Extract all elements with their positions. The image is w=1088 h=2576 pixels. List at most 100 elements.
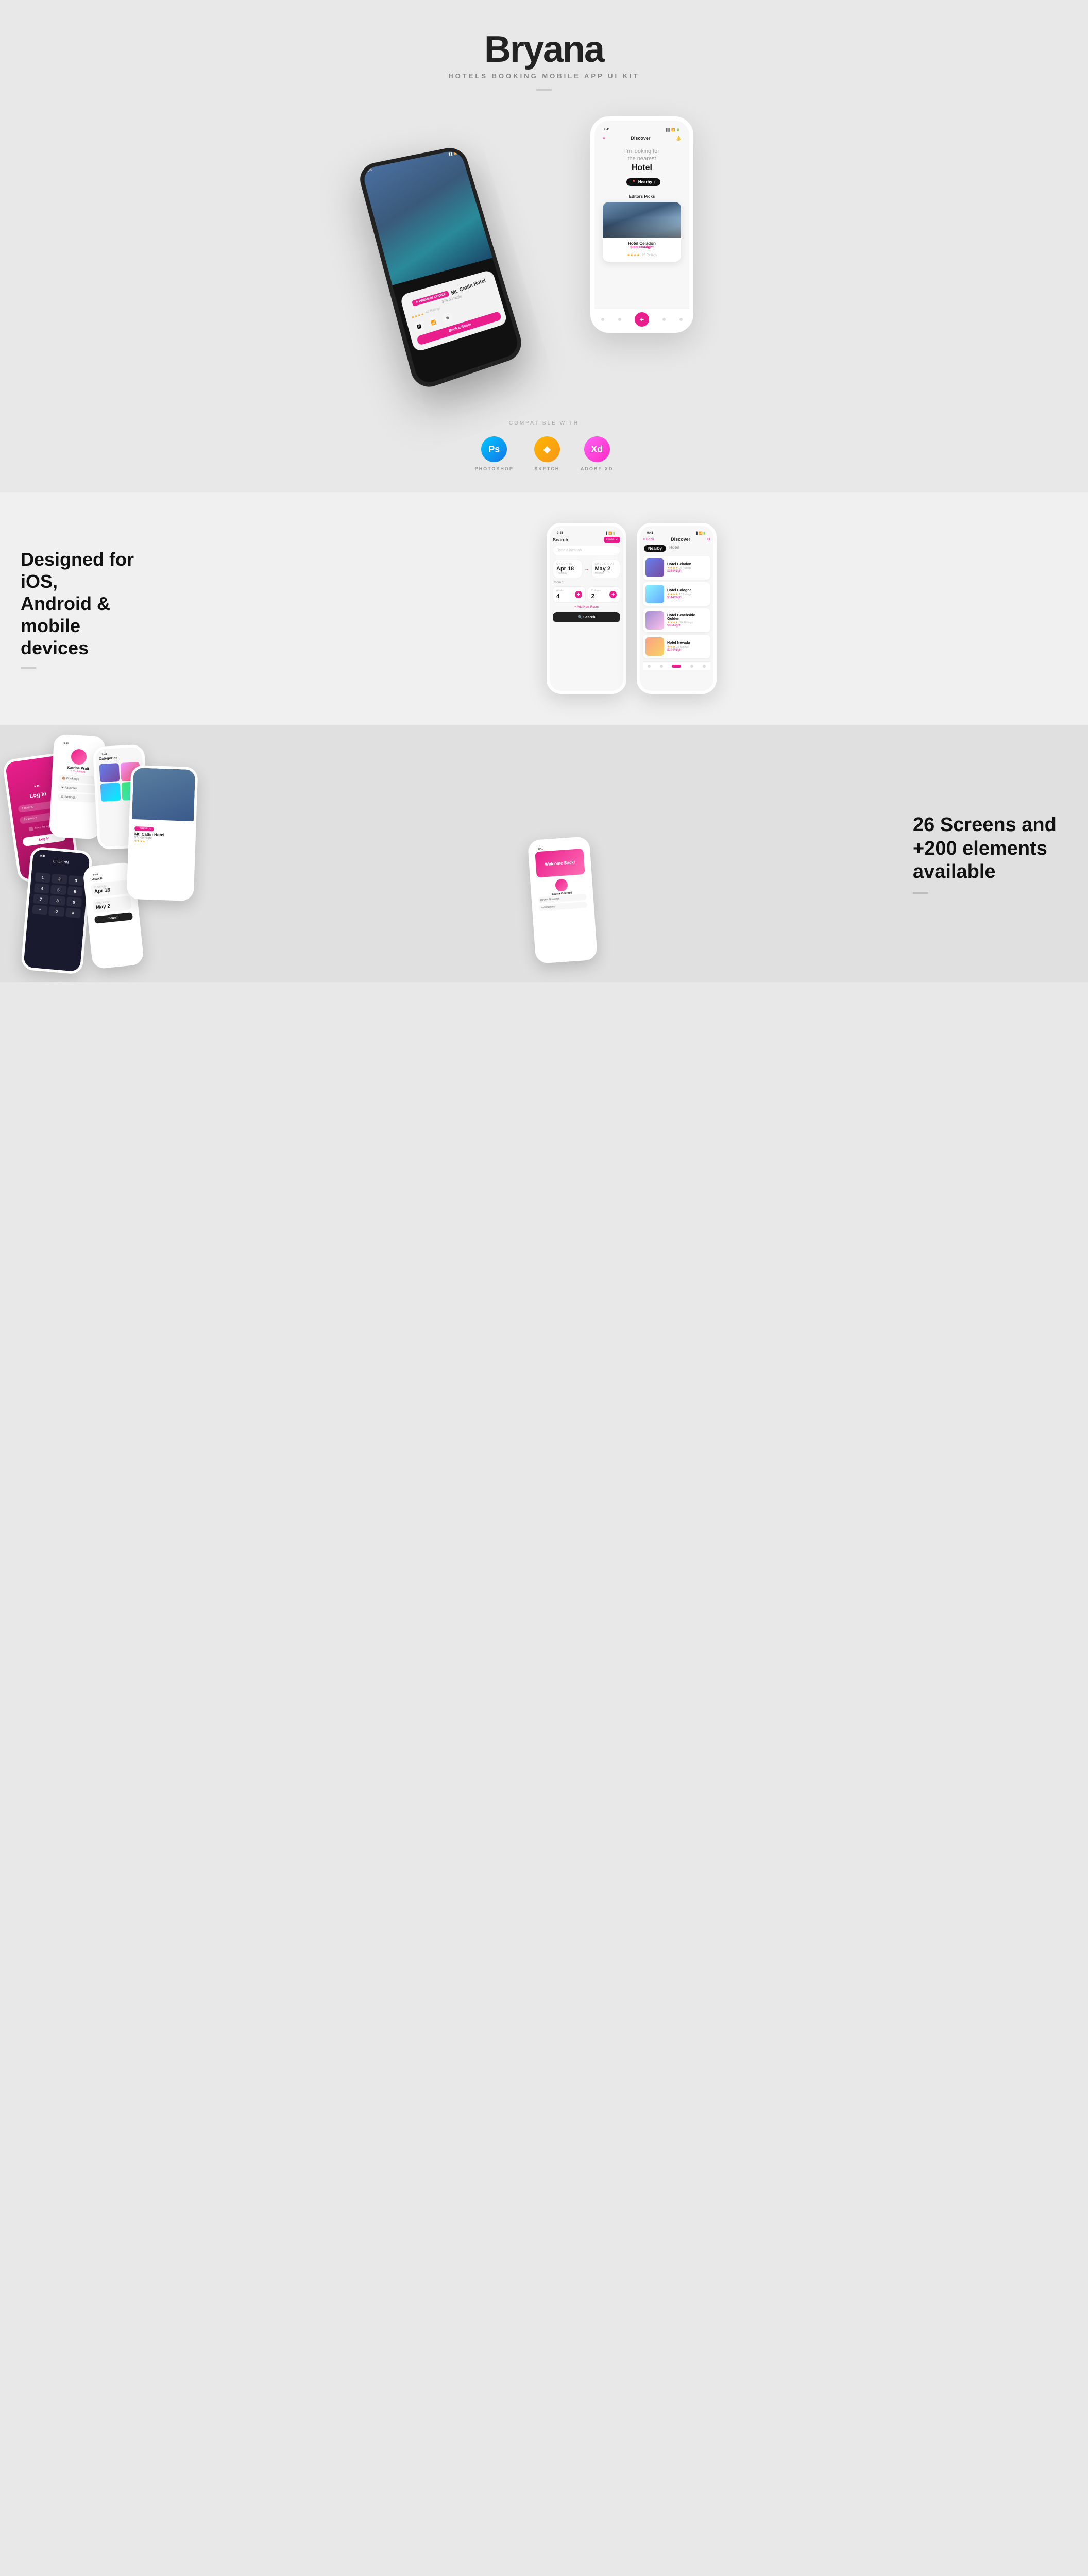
list-item[interactable]: Hotel Beachside Golden ★★★★ 324 Ratings … (643, 608, 710, 632)
hotel-detail-card: ✦ PREMIUM CHOICE Mt. Catlin Hotel $74.00… (400, 269, 508, 352)
hotel-price-3: $96/Night (667, 624, 708, 628)
checkout-box[interactable]: CHECK OUT May 2 Monday (591, 560, 621, 578)
filter-icon[interactable]: ⚙ (707, 537, 710, 541)
tab-hotel[interactable]: Hotel (669, 545, 679, 552)
hotel-thumb-4 (645, 637, 664, 656)
nav2-search[interactable] (660, 665, 663, 668)
ps-label: Ps (488, 444, 500, 455)
hotel-card-celadon[interactable]: Hotel Celadon $399.00/Night ★★★★ 26 Rati… (603, 202, 681, 262)
back-btn[interactable]: < Back (643, 538, 654, 541)
discover-screen: 9:41 ▌▌ 📶 🔋 ≡ Discover 🔔 I'm looking for… (594, 121, 689, 329)
hotel-name-4: Hotel Nevada (667, 641, 708, 645)
bottom-nav-discover (643, 661, 710, 670)
hotel-price-4: $144/Night (667, 649, 708, 652)
compat-section: COMPATIBLE WITH Ps PHOTOSHOP ◆ SKETCH Xd… (0, 410, 1088, 492)
hotel-stars-4: ★★★ 36 Ratings (667, 645, 708, 649)
key-3[interactable]: 3 (68, 875, 84, 886)
search-input[interactable]: Type a location... (553, 546, 620, 555)
checkin-box[interactable]: CHECK IN Apr 18 Thursday (553, 560, 582, 578)
children-add-btn[interactable]: + (609, 591, 617, 598)
sketch-label: SKETCH (534, 466, 559, 471)
hero-subtitle: HOTELS BOOKING MOBILE APP UI KIT (10, 72, 1078, 80)
discover2-title: Discover (671, 537, 690, 542)
scattered-numpad-phone: 9:41 Enter PIN 1 2 3 4 5 6 7 8 9 * 0 # (21, 846, 93, 975)
screens-divider (913, 892, 928, 894)
gallery-time: 9:41 (101, 753, 107, 756)
gallery-item-3[interactable] (100, 783, 121, 802)
menu-icon[interactable]: ≡ (603, 136, 605, 141)
card-avatar (555, 878, 568, 892)
key-0[interactable]: 0 (48, 906, 64, 917)
key-6[interactable]: 6 (67, 886, 83, 896)
search-action-btn[interactable]: 🔍 Search (553, 612, 620, 622)
tab-nearby[interactable]: Nearby (644, 545, 666, 552)
hero-phones: 9:41 ▌▌ 📶 🔋 ≡ Discover 🔔 I'm looking for… (364, 106, 724, 389)
feature-icon[interactable]: 🅿 (413, 320, 426, 333)
profile-row-3[interactable]: ⚙ Settings (58, 793, 96, 803)
key-4[interactable]: 4 (34, 883, 50, 893)
profile-row-2[interactable]: ❤ Favorites (58, 784, 96, 793)
photoshop-label: PHOTOSHOP (475, 466, 514, 471)
nav-home[interactable] (601, 318, 604, 321)
checkout-day: Monday (595, 572, 617, 575)
nearby-row: 📍 Nearby ↓ (600, 176, 684, 188)
wifi-icon[interactable]: 📶 (427, 316, 440, 329)
key-5[interactable]: 5 (50, 885, 66, 895)
bell-icon[interactable]: 🔔 (676, 136, 681, 141)
guests-row: Adults 4 + Children 2 + (553, 586, 620, 603)
card-row-2[interactable]: Notifications (538, 902, 587, 911)
discover-hero-text: I'm looking forthe nearest Hotel (600, 147, 684, 174)
hotel-info-content: ✦ PREMIUM Mt. Catlin Hotel $74.00/Night … (131, 819, 194, 848)
key-star[interactable]: * (32, 905, 48, 915)
discover2-screen: 9:41 ▌📶🔋 < Back Discover ⚙ Nearby Hotel (640, 526, 713, 691)
discover2-header: < Back Discover ⚙ (643, 537, 710, 542)
numpad-screen: 9:41 Enter PIN 1 2 3 4 5 6 7 8 9 * 0 # (23, 849, 90, 972)
search-close-btn[interactable]: Close ✕ (604, 537, 620, 543)
adults-add-btn[interactable]: + (575, 591, 582, 598)
checkbox[interactable] (28, 826, 33, 831)
search-phone: 9:41 ▌📶🔋 Search Close ✕ Type a location.… (547, 523, 626, 694)
hotel-list: Hotel Celadon ★★★★ 24 Ratings $164/Night… (643, 556, 710, 658)
nav2-profile[interactable] (703, 665, 706, 668)
adults-count: 4 (556, 592, 564, 600)
photoshop-icon: Ps (481, 436, 507, 462)
nav-profile[interactable] (679, 318, 683, 321)
status-time: 9:41 (604, 128, 610, 132)
search-signal: ▌📶🔋 (606, 532, 616, 535)
hotel-name-3: Hotel Beachside Golden (667, 614, 708, 621)
key-hash[interactable]: # (65, 908, 81, 918)
add-room-link[interactable]: + Add New Room (553, 606, 620, 609)
card-time: 9:41 (537, 847, 542, 851)
list-item[interactable]: Hotel Celadon ★★★★ 24 Ratings $164/Night (643, 556, 710, 580)
children-count: 2 (591, 592, 601, 600)
key-9[interactable]: 9 (66, 897, 82, 907)
nearby-icon: 📍 (632, 180, 637, 184)
list-item[interactable]: Hotel Nevada ★★★ 36 Ratings $144/Night (643, 635, 710, 658)
key-8[interactable]: 8 (49, 895, 65, 906)
ac-icon[interactable]: ❄ (441, 312, 454, 325)
ios-phones: 9:41 ▌📶🔋 Search Close ✕ Type a location.… (196, 523, 1067, 694)
key-2[interactable]: 2 (52, 874, 67, 884)
numpad-grid: 1 2 3 4 5 6 7 8 9 * 0 # (32, 872, 84, 918)
numpad-time: 9:41 (40, 855, 46, 858)
nav2-home[interactable] (648, 665, 651, 668)
mini-search-btn[interactable]: Search (94, 912, 133, 924)
nav2-active[interactable] (672, 665, 681, 668)
children-box: Children 2 + (588, 586, 621, 603)
nav-heart[interactable] (662, 318, 666, 321)
gallery-item-1[interactable] (99, 763, 120, 782)
nav-search[interactable] (618, 318, 621, 321)
profile-row-1[interactable]: 🏨 Bookings (58, 774, 97, 784)
nav-fab[interactable]: + (635, 312, 649, 327)
nearby-btn[interactable]: 📍 Nearby ↓ (626, 178, 660, 186)
list-item[interactable]: Hotel Cologne ★★★★ 15 Ratings $144/Night (643, 582, 710, 606)
hotel-info-4: Hotel Nevada ★★★ 36 Ratings $144/Night (667, 641, 708, 652)
hotel-name-1: Hotel Celadon (667, 563, 708, 566)
arrow-separator: → (584, 560, 589, 578)
key-1[interactable]: 1 (35, 872, 51, 883)
hotel-detail-screen: 9:41 ▌▌ 📶 ✦ PREMIUM CHOICE Mt. Catlin Ho… (361, 149, 521, 386)
scattered-phones: 9:41 Log In Email/ID Password Keep me lo… (0, 725, 599, 982)
hotel-stars-1: ★★★★ 24 Ratings (667, 566, 708, 570)
nav2-heart[interactable] (690, 665, 693, 668)
key-7[interactable]: 7 (33, 894, 49, 904)
